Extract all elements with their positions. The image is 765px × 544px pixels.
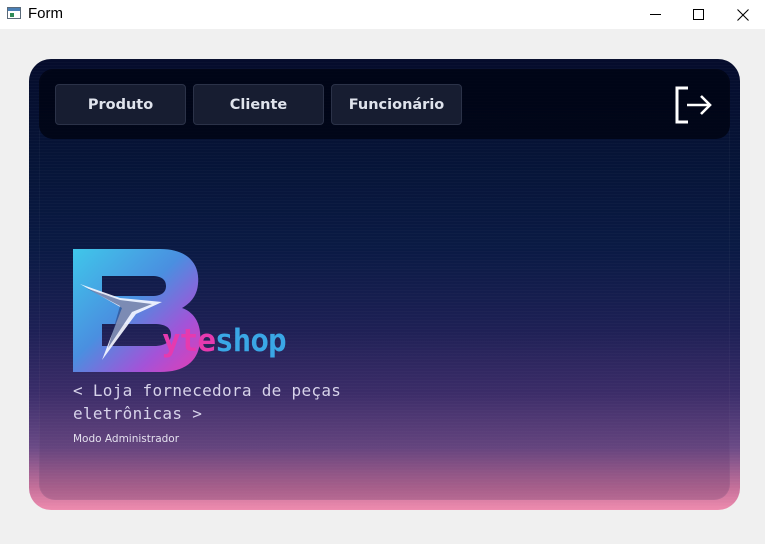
brand-tagline: < Loja fornecedora de peças eletrônicas … [73, 381, 342, 423]
maximize-button[interactable] [675, 0, 721, 29]
close-icon [737, 8, 749, 21]
mode-label: Modo Administrador [73, 433, 180, 445]
brand-name-part1: yte [162, 323, 216, 359]
main-panel: Produto Cliente Funcionário yteshop < Lo… [29, 59, 740, 510]
window-title: Form [28, 5, 63, 22]
app-icon [7, 7, 21, 19]
brand-name-part2: shop [215, 323, 287, 359]
minimize-button[interactable] [632, 0, 678, 29]
logout-button[interactable] [674, 85, 714, 125]
minimize-icon [649, 14, 661, 15]
cliente-button[interactable]: Cliente [193, 84, 324, 125]
window-titlebar: Form [0, 0, 765, 29]
maximize-icon [692, 9, 704, 20]
logout-icon [675, 86, 712, 124]
close-button[interactable] [720, 0, 765, 29]
funcionario-button[interactable]: Funcionário [331, 84, 462, 125]
brand-name: yteshop [162, 323, 287, 359]
produto-button[interactable]: Produto [55, 84, 186, 125]
top-navbar: Produto Cliente Funcionário [39, 69, 730, 139]
